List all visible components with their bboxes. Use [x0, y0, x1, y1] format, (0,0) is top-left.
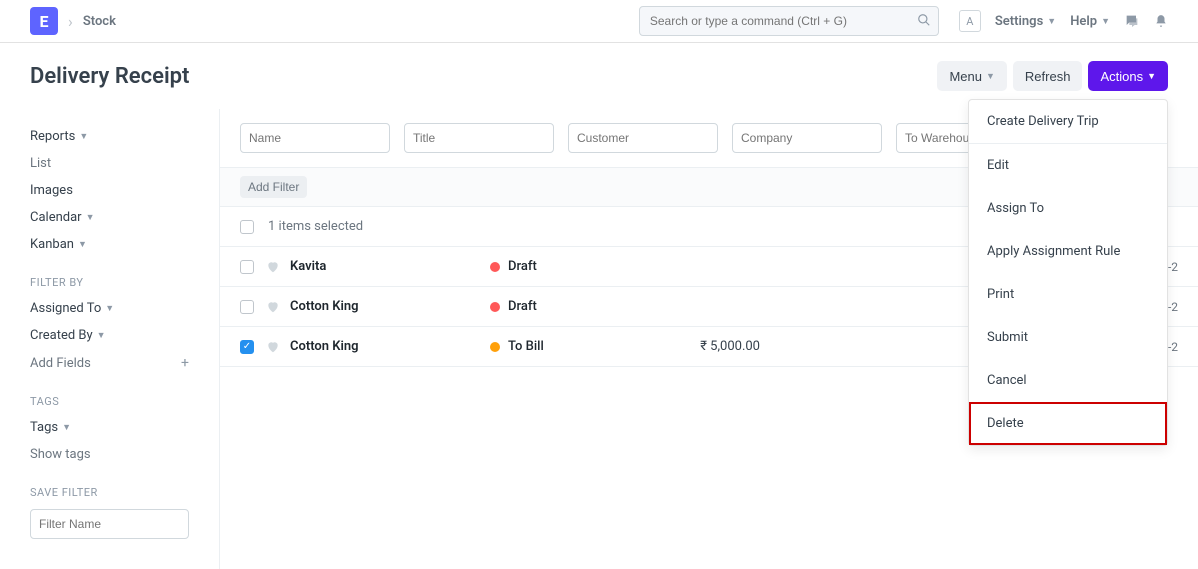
action-edit[interactable]: Edit — [969, 144, 1167, 187]
sidebar-calendar[interactable]: Calendar▼ — [30, 204, 189, 231]
selection-count: 1 items selected — [268, 219, 363, 234]
add-filter-button[interactable]: Add Filter — [240, 176, 307, 198]
bell-icon[interactable] — [1154, 14, 1168, 28]
filter-created-by[interactable]: Created By▼ — [30, 322, 189, 349]
help-menu[interactable]: Help ▼ — [1070, 14, 1110, 29]
page-title: Delivery Receipt — [30, 64, 189, 89]
user-avatar[interactable]: A — [959, 10, 981, 32]
search-icon[interactable] — [917, 13, 931, 27]
chevron-right-icon: › — [68, 12, 73, 31]
plus-icon: + — [181, 355, 189, 371]
settings-menu[interactable]: Settings ▼ — [995, 14, 1056, 29]
status-dot-icon — [490, 302, 500, 312]
menu-label: Menu — [949, 69, 982, 84]
caret-down-icon: ▼ — [105, 303, 114, 314]
save-filter-heading: SAVE FILTER — [30, 486, 189, 499]
caret-down-icon: ▼ — [1101, 16, 1110, 27]
show-tags[interactable]: Show tags — [30, 441, 189, 468]
filter-customer[interactable] — [568, 123, 718, 153]
help-label: Help — [1070, 14, 1097, 29]
heart-icon[interactable] — [266, 260, 280, 274]
action-submit[interactable]: Submit — [969, 316, 1167, 359]
row-amount: ₹ 5,000.00 — [650, 339, 760, 354]
filter-name-input[interactable] — [30, 509, 189, 539]
caret-down-icon: ▼ — [62, 422, 71, 433]
caret-down-icon: ▼ — [86, 212, 95, 223]
status-dot-icon — [490, 342, 500, 352]
action-print[interactable]: Print — [969, 273, 1167, 316]
status-dot-icon — [490, 262, 500, 272]
breadcrumb-module[interactable]: Stock — [83, 14, 116, 29]
app-logo[interactable]: E — [30, 7, 58, 35]
action-apply-assignment-rule[interactable]: Apply Assignment Rule — [969, 230, 1167, 273]
tags-heading: TAGS — [30, 395, 189, 408]
row-name: Cotton King — [290, 299, 490, 314]
menu-button[interactable]: Menu ▼ — [937, 61, 1006, 91]
caret-down-icon: ▼ — [1047, 16, 1056, 27]
caret-down-icon: ▼ — [97, 330, 106, 341]
heart-icon[interactable] — [266, 340, 280, 354]
filter-name[interactable] — [240, 123, 390, 153]
caret-down-icon: ▼ — [986, 71, 995, 81]
select-all-checkbox[interactable] — [240, 220, 254, 234]
heart-icon[interactable] — [266, 300, 280, 314]
filter-by-heading: FILTER BY — [30, 276, 189, 289]
caret-down-icon: ▼ — [1147, 71, 1156, 81]
sidebar-reports[interactable]: Reports▼ — [30, 123, 189, 150]
caret-down-icon: ▼ — [78, 239, 87, 250]
row-status: Draft — [490, 259, 650, 274]
sidebar-kanban[interactable]: Kanban▼ — [30, 231, 189, 258]
search-input[interactable] — [639, 6, 939, 36]
action-cancel[interactable]: Cancel — [969, 359, 1167, 402]
action-assign-to[interactable]: Assign To — [969, 187, 1167, 230]
action-delete[interactable]: Delete — [969, 402, 1167, 445]
actions-button[interactable]: Actions ▼ — [1088, 61, 1168, 91]
row-status: Draft — [490, 299, 650, 314]
refresh-button[interactable]: Refresh — [1013, 61, 1083, 91]
tags-dropdown[interactable]: Tags▼ — [30, 414, 189, 441]
row-checkbox[interactable] — [240, 300, 254, 314]
chat-icon[interactable] — [1124, 13, 1140, 29]
row-checkbox[interactable]: ✓ — [240, 340, 254, 354]
sidebar-images[interactable]: Images — [30, 177, 189, 204]
settings-label: Settings — [995, 14, 1043, 29]
actions-label: Actions — [1100, 69, 1143, 84]
caret-down-icon: ▼ — [79, 131, 88, 142]
row-name: Kavita — [290, 259, 490, 274]
row-name: Cotton King — [290, 339, 490, 354]
row-status: To Bill — [490, 339, 650, 354]
filter-title[interactable] — [404, 123, 554, 153]
sidebar-list[interactable]: List — [30, 150, 189, 177]
action-create-delivery-trip[interactable]: Create Delivery Trip — [969, 100, 1167, 144]
row-checkbox[interactable] — [240, 260, 254, 274]
add-fields[interactable]: Add Fields+ — [30, 349, 189, 377]
actions-dropdown: Create Delivery Trip Edit Assign To Appl… — [968, 99, 1168, 446]
filter-company[interactable] — [732, 123, 882, 153]
filter-assigned-to[interactable]: Assigned To▼ — [30, 295, 189, 322]
